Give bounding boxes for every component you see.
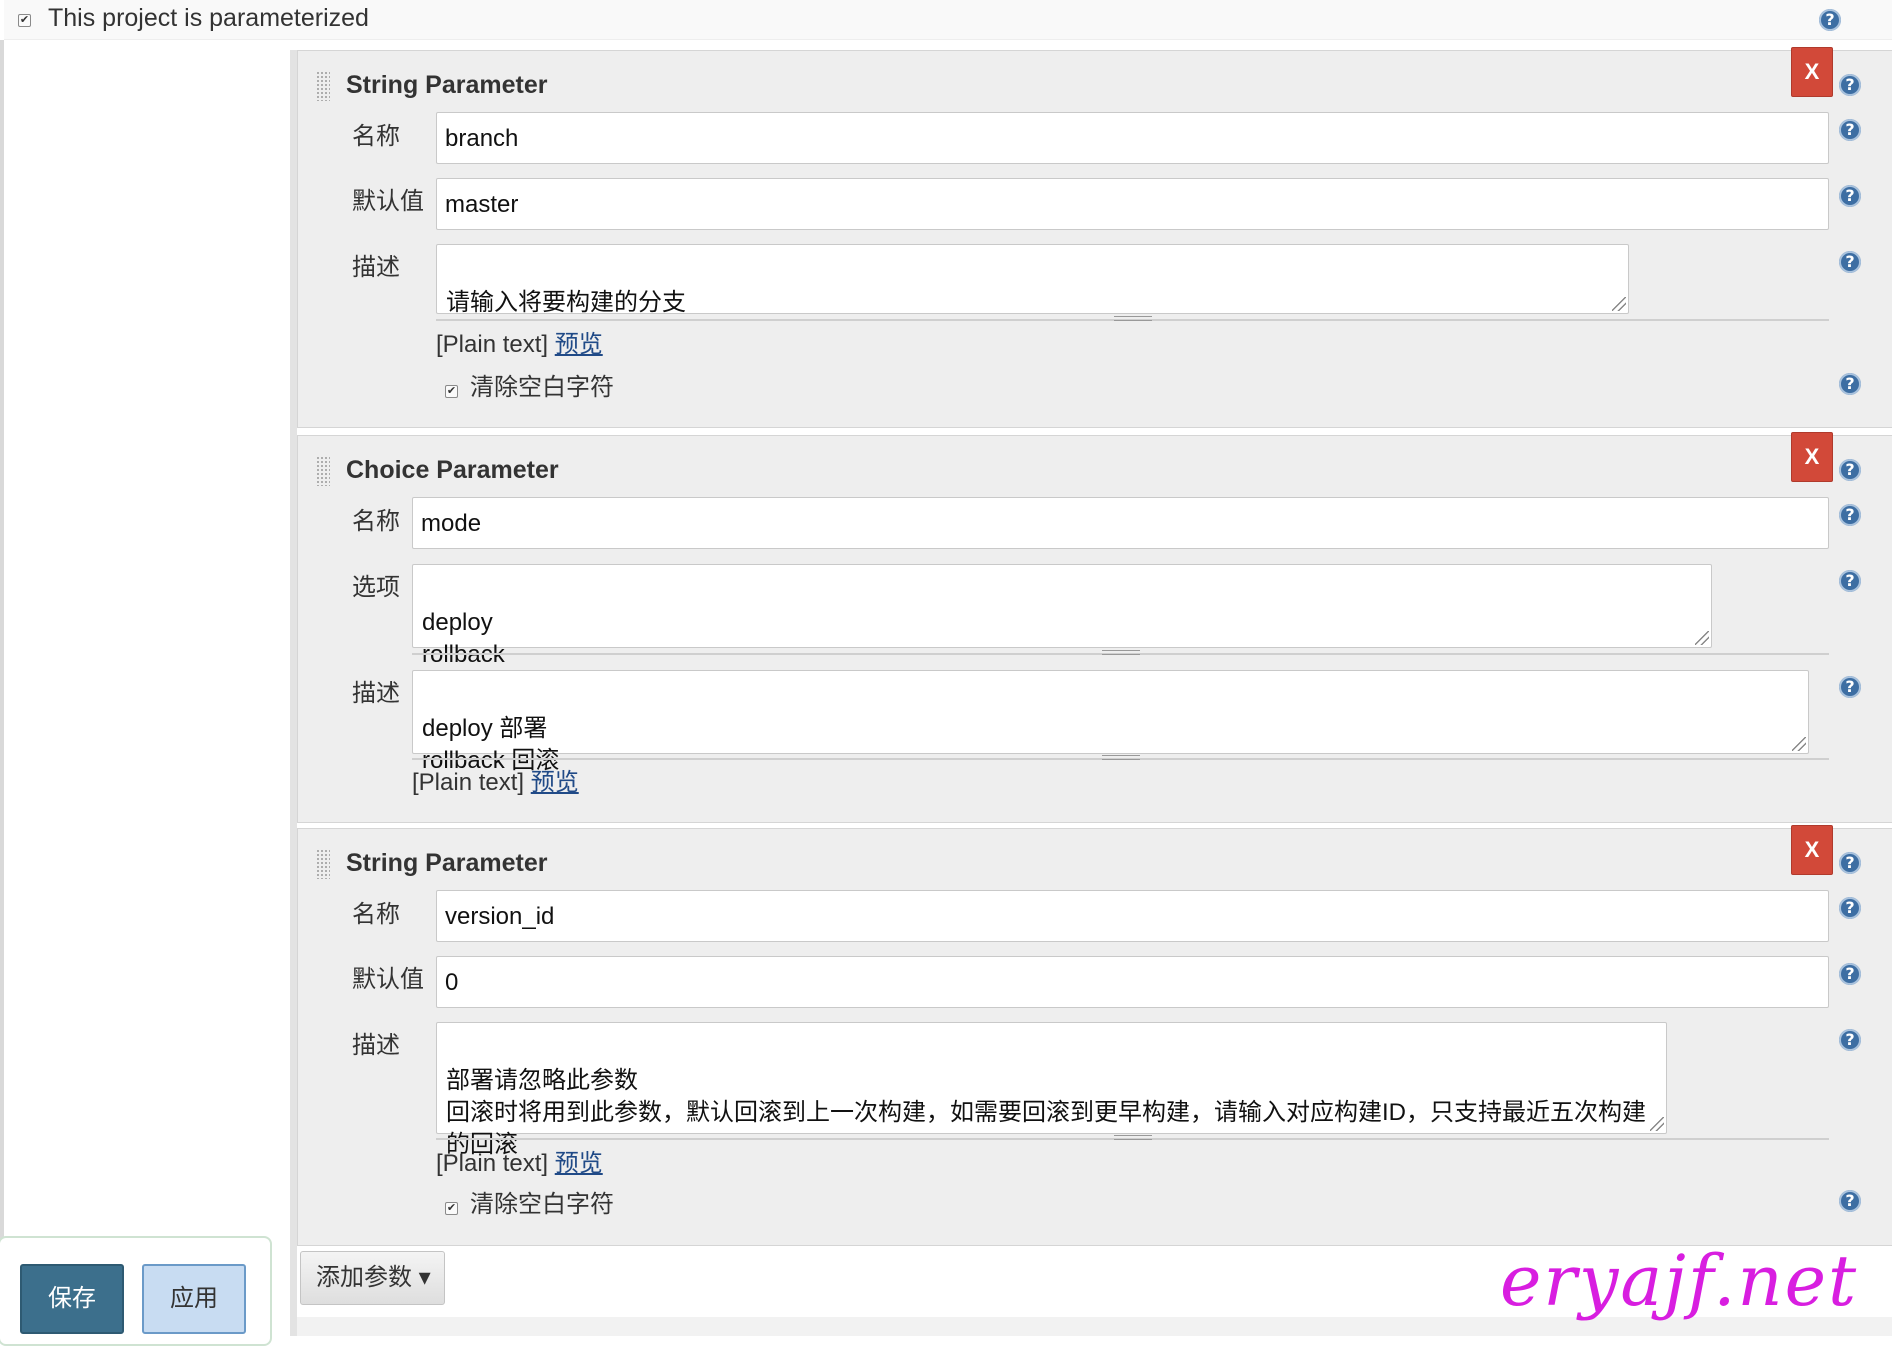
name-label: 名称	[352, 123, 400, 150]
format-note: [Plain text] 预览	[436, 1143, 603, 1178]
trim-label: 清除空白字符	[470, 1191, 614, 1218]
resize-handle-icon[interactable]	[1695, 631, 1709, 645]
name-input[interactable]: mode	[412, 497, 1829, 549]
parameterized-row: ✔ This project is parameterized	[4, 0, 1892, 40]
name-label: 名称	[352, 901, 400, 928]
help-icon[interactable]: ?	[1839, 570, 1861, 592]
default-value-label: 默认值	[352, 188, 424, 215]
description-text: 部署请忽略此参数 回滚时将用到此参数，默认回滚到上一次构建，如需要回滚到更早构建…	[446, 1067, 1646, 1158]
resize-handle-icon[interactable]	[1650, 1117, 1664, 1131]
drag-handle-icon[interactable]	[316, 849, 330, 879]
parameterized-checkbox[interactable]: ✔	[18, 14, 31, 27]
format-note: [Plain text] 预览	[412, 762, 579, 797]
preview-link[interactable]: 预览	[531, 769, 579, 796]
expand-grip-icon[interactable]	[1114, 1135, 1152, 1140]
resize-handle-icon[interactable]	[1792, 737, 1806, 751]
drag-handle-icon[interactable]	[316, 71, 330, 101]
preview-link[interactable]: 预览	[555, 1150, 603, 1177]
help-icon[interactable]: ?	[1839, 1029, 1861, 1051]
plain-text-label: [Plain text]	[436, 1150, 549, 1177]
delete-parameter-button[interactable]: X	[1791, 432, 1833, 482]
string-parameter-block: String Parameter X 名称 version_id 默认值 0 描…	[297, 825, 1892, 1246]
trim-checkbox[interactable]: ✔	[445, 385, 458, 398]
choices-textarea[interactable]: deploy rollback	[412, 564, 1712, 668]
help-icon[interactable]: ?	[1819, 9, 1841, 31]
help-icon[interactable]: ?	[1839, 504, 1861, 526]
apply-button[interactable]: 应用	[142, 1264, 246, 1334]
expand-grip-icon[interactable]	[1102, 650, 1140, 655]
trim-label: 清除空白字符	[470, 374, 614, 401]
name-input[interactable]: branch	[436, 112, 1829, 164]
description-label: 描述	[352, 1032, 400, 1059]
default-value-label: 默认值	[352, 966, 424, 993]
choice-parameter-block: Choice Parameter X 名称 mode 选项 deploy rol…	[297, 432, 1892, 823]
choices-text: deploy rollback	[422, 609, 505, 668]
add-parameter-dropdown[interactable]: 添加参数 ▾	[300, 1251, 445, 1305]
description-textarea[interactable]: deploy 部署 rollback 回滚	[412, 670, 1809, 774]
help-icon[interactable]: ?	[1839, 185, 1861, 207]
parameter-title: Choice Parameter	[346, 456, 559, 484]
help-icon[interactable]: ?	[1839, 74, 1861, 96]
description-textarea[interactable]: 请输入将要构建的分支	[436, 244, 1629, 316]
plain-text-label: [Plain text]	[412, 769, 525, 796]
expand-grip-icon[interactable]	[1102, 755, 1140, 760]
default-value-input[interactable]: master	[436, 178, 1829, 230]
delete-parameter-button[interactable]: X	[1791, 47, 1833, 97]
help-icon[interactable]: ?	[1839, 963, 1861, 985]
description-label: 描述	[352, 254, 400, 281]
left-border	[0, 40, 4, 1336]
help-icon[interactable]: ?	[1839, 676, 1861, 698]
choices-label: 选项	[352, 574, 400, 601]
section-rail	[290, 50, 297, 1336]
default-value-input[interactable]: 0	[436, 956, 1829, 1008]
format-note: [Plain text] 预览	[436, 324, 603, 359]
help-icon[interactable]: ?	[1839, 852, 1861, 874]
parameter-title: String Parameter	[346, 849, 548, 877]
help-icon[interactable]: ?	[1839, 119, 1861, 141]
plain-text-label: [Plain text]	[436, 331, 549, 358]
name-label: 名称	[352, 508, 400, 535]
parameter-title: String Parameter	[346, 71, 548, 99]
name-input[interactable]: version_id	[436, 890, 1829, 942]
delete-parameter-button[interactable]: X	[1791, 825, 1833, 875]
expand-grip-icon[interactable]	[1114, 316, 1152, 321]
preview-link[interactable]: 预览	[555, 331, 603, 358]
help-icon[interactable]: ?	[1839, 251, 1861, 273]
help-icon[interactable]: ?	[1839, 897, 1861, 919]
parameterized-label: This project is parameterized	[48, 4, 369, 32]
watermark: eryajf.net	[1500, 1240, 1859, 1322]
description-textarea[interactable]: 部署请忽略此参数 回滚时将用到此参数，默认回滚到上一次构建，如需要回滚到更早构建…	[436, 1022, 1667, 1158]
help-icon[interactable]: ?	[1839, 1190, 1861, 1212]
string-parameter-block: String Parameter X 名称 branch 默认值 master …	[297, 47, 1892, 428]
resize-handle-icon[interactable]	[1612, 297, 1626, 311]
drag-handle-icon[interactable]	[316, 456, 330, 486]
save-button[interactable]: 保存	[20, 1264, 124, 1334]
description-text: 请输入将要构建的分支	[446, 289, 686, 316]
help-icon[interactable]: ?	[1839, 373, 1861, 395]
description-label: 描述	[352, 680, 400, 707]
trim-checkbox[interactable]: ✔	[445, 1202, 458, 1215]
help-icon[interactable]: ?	[1839, 459, 1861, 481]
